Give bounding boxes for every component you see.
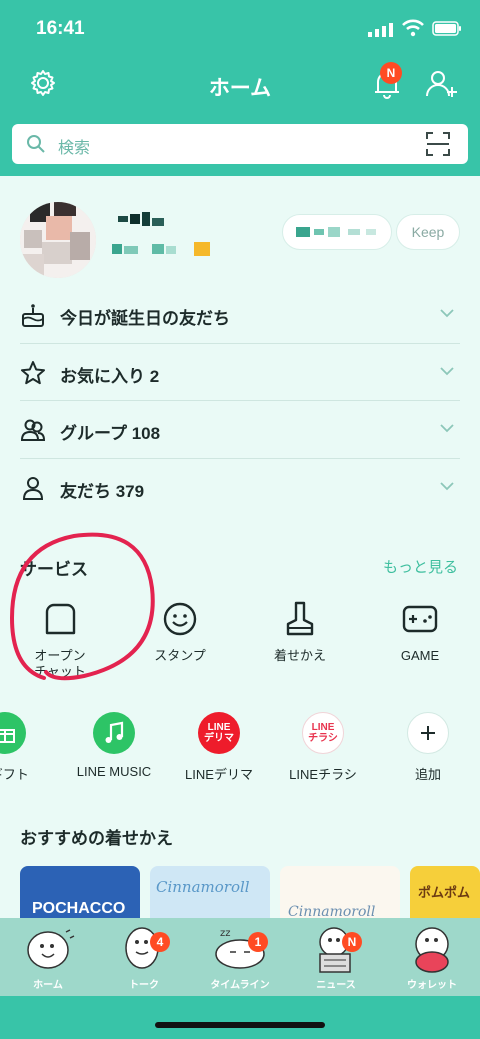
avatar[interactable] (20, 202, 96, 278)
group-icon (20, 419, 46, 441)
birthday-friends-row[interactable]: 今日が誕生日の友だち (20, 286, 460, 344)
app-egift[interactable]: Eギフト (0, 712, 60, 783)
brush-icon (286, 601, 314, 636)
cellular-signal-icon (368, 23, 393, 37)
groups-row[interactable]: グループ 108 (20, 401, 460, 459)
theme-card-pompompurin[interactable]: ポムポム (410, 866, 480, 920)
tab-home[interactable]: ホーム (0, 918, 96, 996)
home-indicator[interactable] (155, 1022, 325, 1028)
row-label: 友だち 379 (60, 481, 145, 501)
chevron-down-icon (440, 309, 454, 318)
app-label: LINEデリマ (185, 767, 253, 782)
chevron-down-icon (440, 424, 454, 433)
app-shortcuts: Eギフト LINE MUSIC LINE デリマ LINEデリマ LINE チラ… (0, 712, 480, 792)
character-mascot-icon (27, 929, 75, 969)
music-icon (93, 712, 135, 754)
tab-label: ホーム (33, 980, 63, 991)
timeline-count-badge: 1 (248, 932, 268, 952)
row-label: 今日が誕生日の友だち (60, 309, 230, 328)
app-line-music[interactable]: LINE MUSIC (59, 712, 169, 779)
page-title: ホーム (208, 77, 272, 100)
search-placeholder: 検索 (58, 140, 91, 157)
qr-scan-icon[interactable] (426, 132, 450, 156)
tab-label: トーク (129, 980, 159, 991)
my-profile[interactable]: Keep (0, 176, 480, 286)
keep-button[interactable]: Keep (396, 214, 460, 250)
theme-card-title: POCHACCO (32, 900, 126, 917)
plus-icon (407, 712, 449, 754)
tab-chats[interactable]: 4 トーク (96, 918, 192, 996)
service-game[interactable]: GAME (365, 600, 475, 664)
tab-label: ウォレット (407, 980, 457, 991)
status-message-pixelated (112, 242, 210, 256)
favorites-row[interactable]: お気に入り 2 (20, 344, 460, 401)
profile-bgm-pill[interactable] (282, 214, 392, 250)
status-bar: 16:41 (0, 0, 480, 58)
friends-row[interactable]: 友だち 379 (20, 459, 460, 517)
chevron-down-icon (440, 481, 454, 490)
smile-icon (163, 602, 197, 636)
chats-count-badge: 4 (150, 932, 170, 952)
add-friend-icon[interactable] (424, 68, 458, 100)
tab-news[interactable]: N ニュース (288, 918, 384, 996)
app-line-delima[interactable]: LINE デリマ LINEデリマ (164, 712, 274, 783)
search-area: 検索 (0, 114, 480, 176)
app-label: LINE MUSIC (76, 764, 152, 779)
news-badge: N (342, 932, 362, 952)
battery-icon (432, 21, 461, 36)
wifi-icon (402, 19, 424, 37)
search-input[interactable]: 検索 (12, 124, 468, 164)
gamepad-icon (402, 605, 438, 633)
status-time: 16:41 (36, 18, 85, 39)
bottom-tab-bar: ホーム 4 トーク zz 1 タイムライン N ニュース ウォレット (0, 918, 480, 996)
chevron-down-icon (440, 366, 454, 375)
person-icon (22, 476, 44, 500)
top-header: ホーム N (0, 58, 480, 114)
services-more-link[interactable]: もっと見る (383, 556, 458, 577)
delima-icon: LINE デリマ (198, 712, 240, 754)
service-label: 着せかえ (273, 648, 326, 663)
home-indicator-area (0, 996, 480, 1039)
tab-label: タイムライン (210, 980, 270, 991)
gift-icon (0, 712, 26, 754)
app-label: Eギフト (0, 767, 29, 782)
chirashi-icon: LINE チラシ (302, 712, 344, 754)
search-icon (27, 135, 45, 153)
app-add[interactable]: 追加 (373, 712, 480, 783)
service-themes[interactable]: 着せかえ (245, 600, 355, 664)
app-label: LINEチラシ (289, 767, 357, 782)
app-label: 追加 (414, 767, 441, 782)
svg-text:zz: zz (220, 928, 231, 939)
recommended-themes-title: おすすめの着せかえ (20, 829, 173, 848)
character-mascot-icon (415, 927, 449, 973)
friend-sections: 今日が誕生日の友だち お気に入り 2 グループ 108 友だち 379 (20, 286, 460, 516)
row-label: グループ 108 (60, 424, 161, 443)
tab-label: ニュース (316, 980, 356, 991)
theme-card-cinnamoroll-2[interactable]: Cinnamoroll (280, 866, 400, 920)
star-icon (21, 360, 45, 384)
theme-card-title: Cinnamoroll (156, 878, 250, 896)
red-circle-annotation (9, 532, 155, 681)
tab-timeline[interactable]: zz 1 タイムライン (192, 918, 288, 996)
cake-icon (22, 304, 44, 327)
profile-name-pixelated (118, 212, 164, 226)
theme-card-pochacco[interactable]: POCHACCO (20, 866, 140, 920)
notification-badge: N (380, 62, 402, 84)
pixelated-label (296, 227, 376, 237)
theme-card-title: ポムポム (418, 885, 471, 900)
theme-card-cinnamoroll-1[interactable]: Cinnamoroll (150, 866, 270, 920)
tab-wallet[interactable]: ウォレット (384, 918, 480, 996)
service-label: GAME (400, 648, 440, 663)
app-line-chirashi[interactable]: LINE チラシ LINEチラシ (268, 712, 378, 783)
row-label: お気に入り 2 (60, 366, 160, 386)
